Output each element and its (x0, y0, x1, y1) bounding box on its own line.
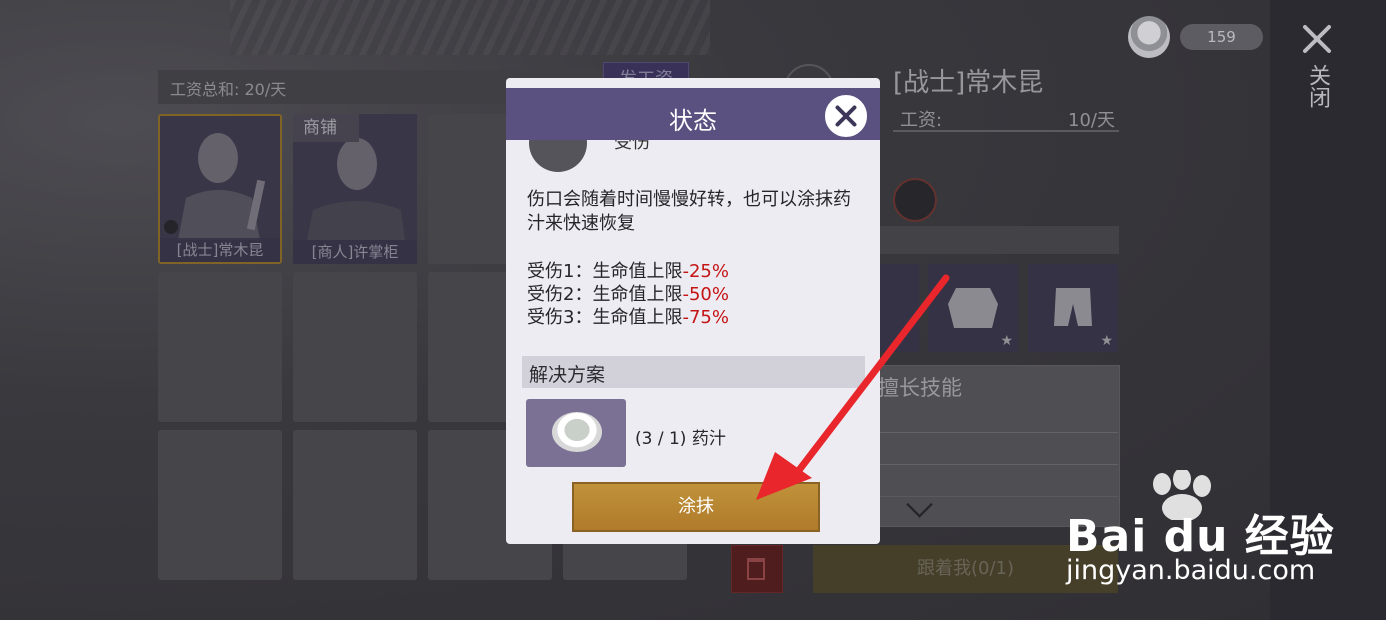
watermark-url: jingyan.baidu.com (1066, 555, 1316, 586)
potion-item[interactable] (526, 399, 626, 467)
injury-value: -50% (682, 284, 729, 305)
status-description: 伤口会随着时间慢慢好转，也可以涂抹药汁来快速恢复 (527, 189, 851, 234)
injury-icon (529, 140, 587, 172)
potion-bowl-icon (552, 412, 602, 452)
apply-button[interactable]: 涂抹 (572, 482, 820, 532)
injury-value: -25% (682, 261, 729, 282)
coin-count: 159 (1180, 24, 1263, 50)
injury-label: 受伤3：生命值上限 (527, 307, 683, 328)
modal-close-button[interactable] (823, 93, 869, 139)
coin-stack-icon (1128, 16, 1170, 58)
status-name: 受伤 (614, 140, 650, 150)
injury-line: 受伤1：生命值上限-25% (527, 260, 857, 283)
close-icon[interactable] (1300, 22, 1334, 56)
injury-line: 受伤3：生命值上限-75% (527, 306, 857, 329)
solution-header: 解决方案 (529, 364, 606, 386)
close-label[interactable]: 关闭 (1304, 64, 1330, 108)
potion-count: (3 / 1) 药汁 (635, 429, 726, 449)
injury-line: 受伤2：生命值上限-50% (527, 283, 857, 306)
injury-value: -75% (682, 307, 729, 328)
injury-label: 受伤1：生命值上限 (527, 261, 683, 282)
injury-label: 受伤2：生命值上限 (527, 284, 683, 305)
